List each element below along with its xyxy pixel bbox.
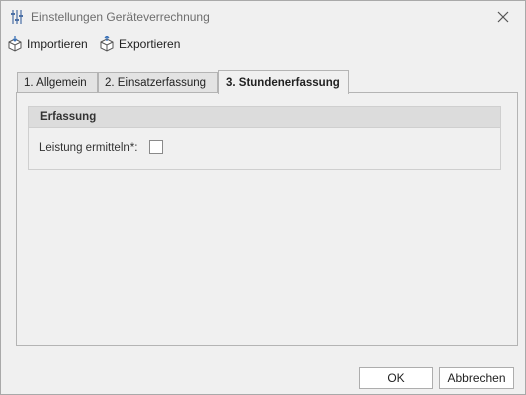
group-title: Erfassung	[29, 107, 500, 128]
cancel-button[interactable]: Abbrechen	[439, 367, 514, 389]
export-box-icon	[100, 36, 114, 52]
import-box-icon	[8, 36, 22, 52]
sliders-icon	[11, 10, 23, 24]
export-label: Exportieren	[119, 37, 181, 51]
close-button[interactable]	[492, 7, 514, 27]
tab-allgemein[interactable]: 1. Allgemein	[17, 72, 98, 92]
tab-label: 3. Stundenerfassung	[226, 76, 340, 89]
tab-panel: Erfassung Leistung ermitteln*:	[16, 92, 518, 346]
close-icon	[497, 11, 509, 23]
tab-label: 1. Allgemein	[24, 76, 87, 89]
erfassung-group: Erfassung Leistung ermitteln*:	[28, 106, 501, 170]
export-button[interactable]: Exportieren	[99, 35, 180, 53]
leistung-ermitteln-checkbox[interactable]	[149, 140, 163, 154]
window-title: Einstellungen Geräteverrechnung	[31, 10, 210, 24]
tab-label: 2. Einsatzerfassung	[105, 76, 207, 89]
title-bar: Einstellungen Geräteverrechnung	[1, 1, 525, 33]
import-button[interactable]: Importieren	[7, 35, 88, 53]
tab-einsatzerfassung[interactable]: 2. Einsatzerfassung	[98, 72, 218, 92]
tab-stundenerfassung[interactable]: 3. Stundenerfassung	[218, 70, 349, 94]
leistung-ermitteln-label: Leistung ermitteln*:	[39, 142, 138, 154]
settings-dialog: Einstellungen Geräteverrechnung Importie…	[0, 0, 526, 395]
ok-button[interactable]: OK	[359, 367, 433, 389]
import-label: Importieren	[27, 37, 88, 51]
